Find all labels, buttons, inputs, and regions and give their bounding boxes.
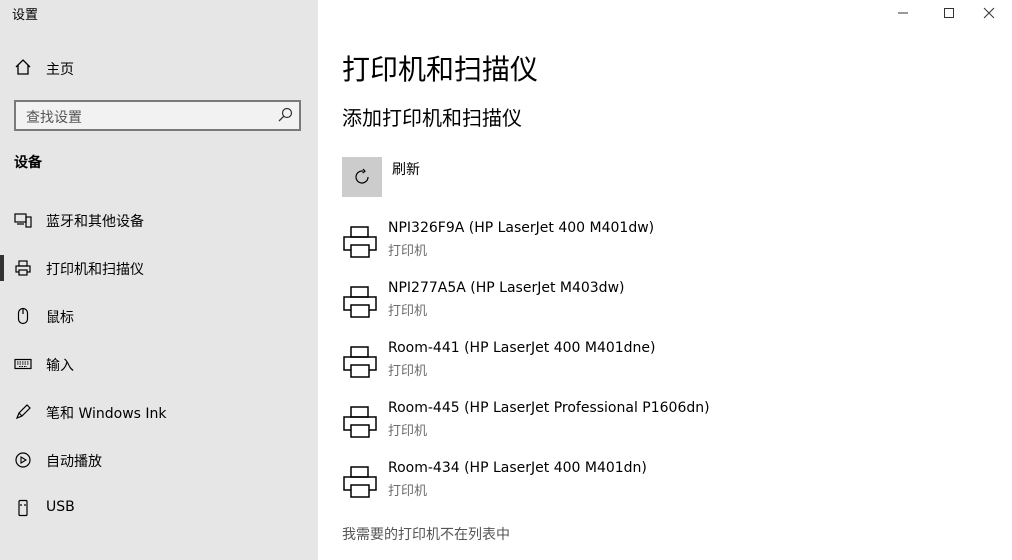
printer-item[interactable]: NPI326F9A (HP LaserJet 400 M401dw) 打印机 bbox=[342, 220, 862, 272]
printer-type: 打印机 bbox=[388, 304, 428, 319]
printer-icon bbox=[342, 224, 378, 260]
printer-icon bbox=[342, 344, 378, 380]
printer-name: Room-445 (HP LaserJet Professional P1606… bbox=[388, 400, 710, 416]
printer-item[interactable]: NPI277A5A (HP LaserJet M403dw) 打印机 bbox=[342, 280, 862, 332]
sidebar: 设置 主页 查找设置 设备 蓝牙和其他设备 打印机和扫描仪 鼠标 输入 笔和 W… bbox=[0, 0, 318, 560]
sidebar-item-label: 自动播放 bbox=[46, 454, 102, 470]
add-printers-heading: 添加打印机和扫描仪 bbox=[342, 106, 522, 130]
section-title: 设备 bbox=[14, 155, 42, 171]
sidebar-item-autoplay[interactable]: 自动播放 bbox=[0, 443, 318, 477]
printer-name: Room-441 (HP LaserJet 400 M401dne) bbox=[388, 340, 656, 356]
keyboard-icon bbox=[14, 355, 32, 373]
sidebar-item-mouse[interactable]: 鼠标 bbox=[0, 299, 318, 333]
bluetooth-devices-icon bbox=[14, 211, 32, 229]
sidebar-item-typing[interactable]: 输入 bbox=[0, 347, 318, 381]
sidebar-item-usb[interactable]: USB bbox=[0, 491, 318, 525]
printer-type: 打印机 bbox=[388, 484, 428, 499]
printer-icon bbox=[342, 284, 378, 320]
sidebar-home[interactable]: 主页 bbox=[14, 58, 74, 80]
sidebar-item-label: USB bbox=[46, 499, 75, 515]
autoplay-icon bbox=[14, 451, 32, 469]
printer-item[interactable]: Room-434 (HP LaserJet 400 M401dn) 打印机 bbox=[342, 460, 862, 512]
sidebar-item-label: 打印机和扫描仪 bbox=[46, 262, 144, 278]
home-icon bbox=[14, 58, 32, 80]
printer-icon bbox=[14, 259, 32, 277]
sidebar-item-printers[interactable]: 打印机和扫描仪 bbox=[0, 251, 318, 285]
sidebar-item-label: 鼠标 bbox=[46, 310, 74, 326]
printer-type: 打印机 bbox=[388, 424, 428, 439]
printer-name: Room-434 (HP LaserJet 400 M401dn) bbox=[388, 460, 647, 476]
sidebar-item-label: 笔和 Windows Ink bbox=[46, 406, 167, 422]
usb-icon bbox=[14, 499, 32, 517]
search-placeholder: 查找设置 bbox=[26, 110, 82, 126]
refresh-button[interactable] bbox=[342, 157, 382, 197]
home-label: 主页 bbox=[46, 62, 74, 78]
printer-icon bbox=[342, 404, 378, 440]
printer-item[interactable]: Room-445 (HP LaserJet Professional P1606… bbox=[342, 400, 862, 452]
printer-name: NPI326F9A (HP LaserJet 400 M401dw) bbox=[388, 220, 655, 236]
printer-name: NPI277A5A (HP LaserJet M403dw) bbox=[388, 280, 625, 296]
refresh-icon bbox=[355, 168, 369, 184]
printer-not-listed-link[interactable]: 我需要的打印机不在列表中 bbox=[342, 524, 510, 544]
printer-item[interactable]: Room-441 (HP LaserJet 400 M401dne) 打印机 bbox=[342, 340, 862, 392]
printer-type: 打印机 bbox=[388, 244, 428, 259]
active-indicator bbox=[0, 255, 4, 281]
app-title: 设置 bbox=[12, 8, 39, 23]
search-input[interactable]: 查找设置 bbox=[14, 100, 301, 131]
mouse-icon bbox=[14, 307, 32, 325]
printer-type: 打印机 bbox=[388, 364, 428, 379]
main-content: 打印机和扫描仪 添加打印机和扫描仪 刷新 NPI326F9A (HP Laser… bbox=[318, 0, 1012, 560]
printer-icon bbox=[342, 464, 378, 500]
sidebar-item-label: 输入 bbox=[46, 358, 74, 374]
search-icon[interactable] bbox=[277, 107, 293, 127]
sidebar-item-pen[interactable]: 笔和 Windows Ink bbox=[0, 395, 318, 429]
pen-icon bbox=[14, 403, 32, 421]
page-title: 打印机和扫描仪 bbox=[342, 53, 539, 86]
refresh-label: 刷新 bbox=[392, 162, 420, 178]
sidebar-item-bluetooth[interactable]: 蓝牙和其他设备 bbox=[0, 203, 318, 237]
sidebar-item-label: 蓝牙和其他设备 bbox=[46, 214, 144, 230]
